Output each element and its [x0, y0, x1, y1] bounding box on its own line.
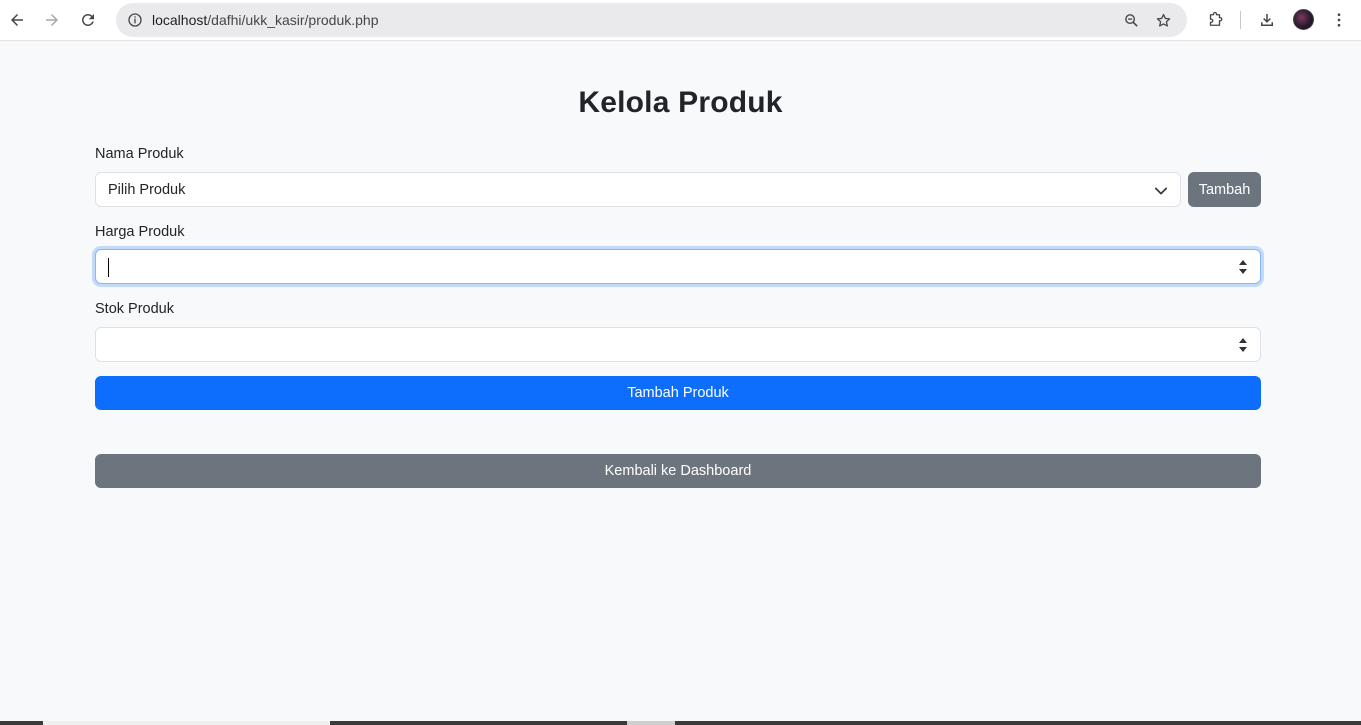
- toolbar-divider: [1240, 11, 1241, 29]
- back-arrow-icon[interactable]: [0, 3, 34, 37]
- url-path: /dafhi/ukk_kasir/produk.php: [207, 12, 379, 28]
- taskbar-segment: [627, 721, 675, 725]
- number-spinner[interactable]: [1237, 259, 1248, 275]
- reload-icon[interactable]: [71, 3, 105, 37]
- tambah-produk-button[interactable]: Tambah Produk: [95, 376, 1261, 410]
- nama-produk-label: Nama Produk: [95, 146, 184, 162]
- page-title: Kelola Produk: [578, 86, 783, 119]
- taskbar-segment: [43, 721, 330, 725]
- spinner-down-icon[interactable]: [1238, 269, 1247, 275]
- chevron-down-icon: [1154, 187, 1168, 195]
- address-bar[interactable]: localhost/dafhi/ukk_kasir/produk.php: [116, 3, 1187, 37]
- nama-produk-select[interactable]: Pilih Produk: [95, 172, 1181, 207]
- kebab-menu-icon[interactable]: [1322, 3, 1356, 37]
- spinner-up-icon[interactable]: [1238, 337, 1247, 343]
- harga-produk-input[interactable]: [95, 249, 1261, 284]
- text-caret: [108, 258, 109, 277]
- kembali-dashboard-button[interactable]: Kembali ke Dashboard: [95, 454, 1261, 488]
- spinner-down-icon[interactable]: [1238, 347, 1247, 353]
- site-info-icon[interactable]: [122, 7, 148, 33]
- spinner-up-icon[interactable]: [1238, 259, 1247, 265]
- number-spinner[interactable]: [1237, 337, 1248, 353]
- stok-produk-label: Stok Produk: [95, 301, 174, 317]
- taskbar-strip: [0, 721, 1361, 725]
- url-text: localhost/dafhi/ukk_kasir/produk.php: [152, 12, 378, 28]
- tambah-button[interactable]: Tambah: [1188, 172, 1261, 207]
- browser-toolbar: localhost/dafhi/ukk_kasir/produk.php: [0, 0, 1361, 41]
- extensions-icon[interactable]: [1198, 3, 1232, 37]
- stok-produk-input[interactable]: [95, 327, 1261, 362]
- forward-arrow-icon[interactable]: [35, 3, 69, 37]
- nama-produk-select-value: Pilih Produk: [108, 182, 186, 198]
- download-icon[interactable]: [1250, 3, 1284, 37]
- zoom-icon[interactable]: [1118, 7, 1144, 33]
- url-host: localhost: [152, 12, 208, 28]
- profile-avatar[interactable]: [1293, 9, 1314, 30]
- star-icon[interactable]: [1150, 7, 1176, 33]
- harga-produk-label: Harga Produk: [95, 224, 185, 240]
